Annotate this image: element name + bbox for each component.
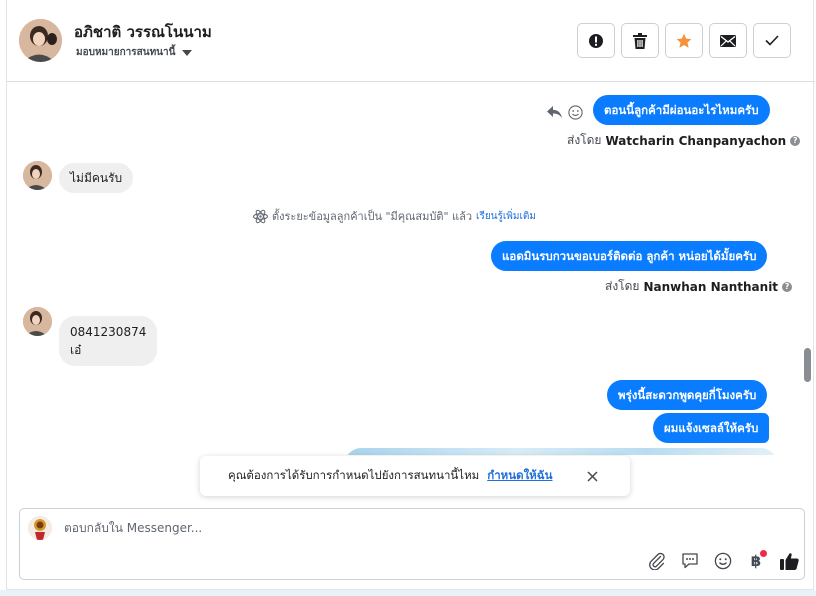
outgoing-message[interactable]: พรุ่งนี้สะดวกพูดคุยกี่โมงครับ <box>607 380 768 410</box>
assign-to-me-link[interactable]: กำหนดให้ฉัน <box>487 467 552 485</box>
message-thread: ตอนนี้ลูกค้ามีผ่อนอะไรไหมครับ ส่งโดย Wat… <box>7 83 815 455</box>
page-bottom-edge <box>0 590 816 596</box>
mark-done-button[interactable] <box>753 23 791 58</box>
message-tools <box>547 105 583 120</box>
conversation-header: อภิชาติ วรรณโนนาม มอบหมายการสนทนานี้ <box>7 0 815 82</box>
sender-name: Watcharin Chanpanyachon <box>605 133 787 148</box>
star-icon <box>676 33 692 48</box>
composer-toolbar: ฿ <box>646 550 800 572</box>
chat-bubble-icon <box>682 553 698 569</box>
emoji-reaction-icon[interactable] <box>568 105 583 120</box>
notification-dot <box>760 550 767 557</box>
contact-avatar-small <box>23 307 52 336</box>
mark-unread-button[interactable] <box>709 23 747 58</box>
emoji-icon <box>714 552 732 570</box>
check-icon <box>765 35 779 46</box>
sent-by-label: ส่งโดย Watcharin Chanpanyachon ? <box>567 131 801 150</box>
paperclip-icon <box>649 552 665 570</box>
reply-composer: ฿ <box>19 508 805 580</box>
contact-avatar[interactable] <box>19 19 62 62</box>
assign-conversation-dropdown[interactable]: มอบหมายการสนทนานี้ <box>76 45 193 60</box>
delete-button[interactable] <box>621 23 659 58</box>
learn-more-link[interactable]: เรียนรู้เพิ่มเติม <box>476 209 536 224</box>
outgoing-message[interactable]: ผมแจ้งเซลล์ให้ครับ <box>653 413 770 443</box>
mark-spam-button[interactable] <box>577 23 615 58</box>
send-like-button[interactable] <box>778 550 800 572</box>
close-icon <box>586 470 598 482</box>
assign-prompt-text: คุณต้องการได้รับการกำหนดไปยังการสนทนานี้… <box>228 468 480 482</box>
envelope-icon <box>720 34 736 47</box>
sender-name: Nanwhan Nanthanit <box>643 279 779 294</box>
reply-input[interactable] <box>64 519 764 537</box>
page-avatar <box>28 516 52 540</box>
message-line: เอ๋ <box>70 343 82 357</box>
help-icon[interactable]: ? <box>790 135 801 146</box>
incoming-message[interactable]: 0841230874 เอ๋ <box>59 316 158 366</box>
system-note: ตั้งระยะข้อมูลลูกค้าเป็น "มีคุณสมบัติ" แ… <box>253 207 536 225</box>
outgoing-message[interactable]: ตอนนี้ลูกค้ามีผ่อนอะไรไหมครับ <box>593 95 770 125</box>
close-toast-button[interactable] <box>584 468 600 484</box>
star-button[interactable] <box>665 23 703 58</box>
reply-icon[interactable] <box>547 106 562 119</box>
help-icon[interactable]: ? <box>782 281 793 292</box>
system-note-text: ตั้งระยะข้อมูลลูกค้าเป็น "มีคุณสมบัติ" แ… <box>272 210 473 223</box>
assign-label: มอบหมายการสนทนานี้ <box>76 47 176 58</box>
contact-name: อภิชาติ วรรณโนนาม <box>74 23 212 41</box>
outgoing-message[interactable]: แอดมินรบกวนขอเบอร์ติดต่อ ลูกค้า หน่อยได้… <box>491 241 768 271</box>
thumbs-up-icon <box>779 553 799 570</box>
saved-replies-button[interactable] <box>679 550 701 572</box>
assign-prompt-toast: คุณต้องการได้รับการกำหนดไปยังการสนทนานี้… <box>200 456 630 496</box>
message-line: 0841230874 <box>70 325 147 339</box>
attach-file-button[interactable] <box>646 550 668 572</box>
trash-icon <box>633 32 647 49</box>
conversation-panel: อภิชาติ วรรณโนนาม มอบหมายการสนทนานี้ ตอน… <box>6 0 815 590</box>
sent-by-prefix: ส่งโดย <box>605 279 640 293</box>
caret-down-icon <box>182 49 193 56</box>
image-attachment-preview[interactable] <box>345 448 777 455</box>
sent-by-label: ส่งโดย Nanwhan Nanthanit ? <box>605 277 793 296</box>
payment-button[interactable]: ฿ <box>745 550 767 572</box>
incoming-message[interactable]: ไม่มีคนรับ <box>59 163 134 193</box>
emoji-button[interactable] <box>712 550 734 572</box>
contact-avatar-small <box>23 161 52 190</box>
atom-icon <box>253 209 268 223</box>
sent-by-prefix: ส่งโดย <box>567 133 602 147</box>
scrollbar-thumb[interactable] <box>804 348 811 382</box>
header-actions <box>577 23 791 58</box>
alert-icon <box>589 33 603 48</box>
